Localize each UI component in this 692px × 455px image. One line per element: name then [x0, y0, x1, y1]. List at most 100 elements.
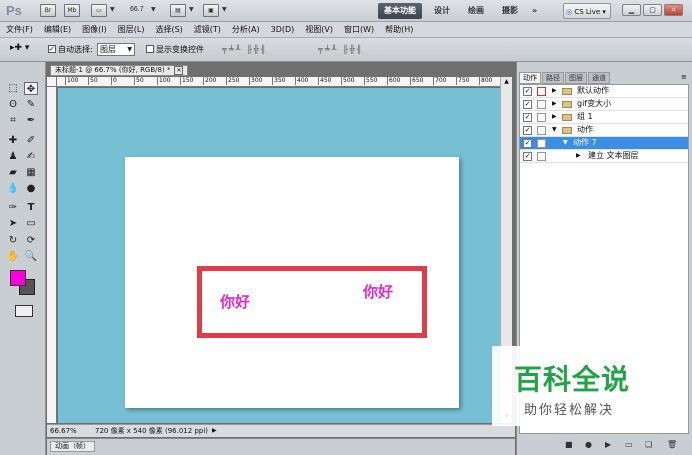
ruler-origin[interactable]: [47, 77, 57, 87]
screen-mode-icon[interactable]: ▣: [203, 4, 219, 17]
expand-icon[interactable]: ▶: [552, 85, 557, 97]
auto-select-dropdown[interactable]: 图层 ▼: [97, 43, 135, 56]
toggle-checkbox[interactable]: ✓: [523, 126, 532, 135]
panel-menu-icon[interactable]: ≡: [681, 73, 687, 81]
hand-tool-icon[interactable]: ✋: [6, 250, 20, 263]
toggle-checkbox[interactable]: ✓: [523, 100, 532, 109]
play-icon[interactable]: ▶: [605, 440, 611, 449]
dialog-toggle[interactable]: [537, 139, 546, 148]
list-item[interactable]: ✓ ▶ 建立 文本图层: [520, 150, 688, 163]
stamp-tool-icon[interactable]: ♟: [6, 150, 20, 163]
shape-tool-icon[interactable]: ▭: [24, 217, 38, 230]
record-icon[interactable]: ●: [585, 440, 592, 449]
brush-tool-icon[interactable]: ✐: [24, 134, 38, 147]
menu-help[interactable]: 帮助(H): [385, 24, 413, 35]
horizontal-ruler[interactable]: 100 50 0 50 100 150 200 250 300 350 400 …: [57, 77, 500, 87]
status-menu-icon[interactable]: ▶: [212, 425, 217, 437]
toggle-checkbox[interactable]: ✓: [523, 139, 532, 148]
distribute-icons[interactable]: ╤╧╨ ╟╬╢: [318, 45, 363, 54]
document-tab[interactable]: 未标题-1 @ 66.7% (你好, RGB/8) * ✕: [50, 65, 189, 76]
expand-icon[interactable]: ▶: [552, 111, 557, 123]
list-item[interactable]: ✓ ▼ 动作: [520, 124, 688, 137]
canvas-text-2[interactable]: 你好: [363, 281, 393, 302]
list-item[interactable]: ✓ ▶ gif变大小: [520, 98, 688, 111]
align-icons[interactable]: ╤╧╨ ╟╬╢: [222, 45, 267, 54]
gradient-tool-icon[interactable]: ▦: [24, 166, 38, 179]
status-zoom[interactable]: 66.67%: [50, 425, 77, 437]
dialog-toggle[interactable]: [537, 126, 546, 135]
view-extras-icon[interactable]: ▭: [91, 4, 107, 17]
type-tool-icon[interactable]: T: [24, 201, 38, 214]
history-brush-icon[interactable]: ✍: [24, 150, 38, 163]
workspace-painting-button[interactable]: 绘画: [462, 3, 490, 19]
marquee-tool-icon[interactable]: ⬚: [6, 82, 20, 95]
dialog-toggle[interactable]: [537, 100, 546, 109]
canvas[interactable]: 你好 你好: [125, 157, 459, 408]
close-icon[interactable]: ✕: [664, 4, 683, 16]
zoom-tool-icon[interactable]: 🔍: [24, 250, 38, 263]
expand-icon[interactable]: ▶: [552, 98, 557, 110]
pen-tool-icon[interactable]: ✑: [6, 201, 20, 214]
dodge-tool-icon[interactable]: ●: [24, 182, 38, 195]
toggle-checkbox[interactable]: ✓: [523, 113, 532, 122]
dialog-toggle[interactable]: [537, 113, 546, 122]
stop-icon[interactable]: ■: [565, 440, 573, 449]
workspace-design-button[interactable]: 设计: [428, 3, 456, 19]
workspace-essentials-button[interactable]: 基本功能: [378, 3, 422, 19]
cs-live-button[interactable]: ◎ CS Live ▾: [563, 3, 611, 19]
foreground-color-swatch[interactable]: [10, 270, 26, 286]
tab-actions[interactable]: 动作: [519, 72, 541, 84]
animation-tab[interactable]: 动画（帧）: [50, 441, 95, 452]
zoom-level[interactable]: 66.7: [130, 6, 144, 13]
list-item[interactable]: ✓ ▶ 默认动作: [520, 85, 688, 98]
canvas-text-1[interactable]: 你好: [220, 291, 250, 312]
dialog-toggle[interactable]: [537, 87, 546, 96]
lasso-tool-icon[interactable]: ʘ: [6, 98, 20, 111]
healing-tool-icon[interactable]: ✚: [6, 134, 20, 147]
menu-file[interactable]: 文件(F): [6, 24, 33, 35]
move-tool-icon[interactable]: ✥: [24, 82, 38, 95]
3d-rotate-tool-icon[interactable]: ↻: [6, 234, 20, 247]
show-transform-checkbox[interactable]: [146, 45, 154, 53]
workspace-photography-button[interactable]: 摄影: [496, 3, 524, 19]
trash-icon[interactable]: 🗑: [667, 440, 677, 449]
eraser-tool-icon[interactable]: ▰: [6, 166, 20, 179]
minimize-icon[interactable]: ▁: [622, 4, 641, 16]
menu-3d[interactable]: 3D(D): [271, 25, 295, 34]
vertical-ruler[interactable]: [47, 87, 57, 423]
tab-channels[interactable]: 通道: [588, 72, 610, 84]
menu-image[interactable]: 图像(I): [82, 24, 107, 35]
quick-select-tool-icon[interactable]: ✎: [24, 98, 38, 111]
tab-layers[interactable]: 图层: [565, 72, 587, 84]
toggle-checkbox[interactable]: ✓: [523, 87, 532, 96]
menu-layer[interactable]: 图层(L): [118, 24, 145, 35]
toggle-checkbox[interactable]: ✓: [523, 152, 532, 161]
scroll-up-icon[interactable]: ▲: [502, 78, 511, 87]
list-item[interactable]: ✓ ▶ 组 1: [520, 111, 688, 124]
move-tool-preset-icon[interactable]: ▸✚ ▾: [10, 43, 29, 53]
auto-select-checkbox[interactable]: ✓: [48, 45, 56, 53]
collapse-icon[interactable]: ▼: [552, 124, 557, 136]
crop-tool-icon[interactable]: ⌗: [6, 114, 20, 127]
arrange-documents-icon[interactable]: ▤: [170, 4, 186, 17]
new-action-icon[interactable]: ❏: [645, 440, 652, 449]
menu-edit[interactable]: 编辑(E): [44, 24, 71, 35]
mini-bridge-icon[interactable]: Mb: [64, 4, 80, 17]
bridge-icon[interactable]: Br: [40, 4, 56, 17]
menu-filter[interactable]: 滤镜(T): [194, 24, 221, 35]
maximize-icon[interactable]: ▢: [643, 4, 662, 16]
menu-window[interactable]: 窗口(W): [344, 24, 374, 35]
chevron-down-icon[interactable]: ▼: [222, 6, 227, 13]
menu-view[interactable]: 视图(V): [305, 24, 333, 35]
dialog-toggle[interactable]: [537, 152, 546, 161]
chevron-down-icon[interactable]: ▼: [151, 6, 156, 13]
quick-mask-icon[interactable]: [15, 305, 33, 317]
blur-tool-icon[interactable]: 💧: [6, 182, 20, 195]
chevron-down-icon[interactable]: ▼: [189, 6, 194, 13]
list-item[interactable]: ✓ ▼ 动作 7: [520, 137, 688, 150]
expand-icon[interactable]: ▶: [576, 150, 581, 162]
menu-analysis[interactable]: 分析(A): [232, 24, 260, 35]
tab-paths[interactable]: 路径: [542, 72, 564, 84]
eyedropper-tool-icon[interactable]: ✒: [24, 114, 38, 127]
menu-select[interactable]: 选择(S): [155, 24, 182, 35]
